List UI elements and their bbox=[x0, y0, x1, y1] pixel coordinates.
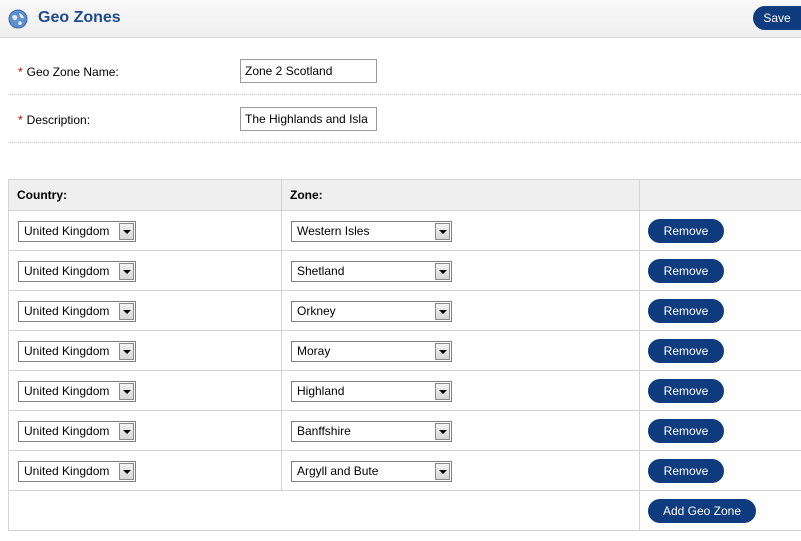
page-title: Geo Zones bbox=[38, 9, 121, 26]
zone-select[interactable]: Banffshire bbox=[291, 421, 452, 442]
country-select[interactable]: United Kingdom bbox=[18, 261, 136, 282]
zone-select[interactable]: Argyll and Bute bbox=[291, 461, 452, 482]
chevron-down-icon[interactable] bbox=[435, 343, 450, 360]
add-geo-zone-button[interactable]: Add Geo Zone bbox=[648, 499, 756, 523]
country-select[interactable]: United Kingdom bbox=[18, 461, 136, 482]
description-input[interactable]: The Highlands and Isla bbox=[240, 107, 377, 131]
chevron-down-icon[interactable] bbox=[119, 463, 134, 480]
country-select-value: United Kingdom bbox=[24, 224, 110, 238]
country-select-value: United Kingdom bbox=[24, 384, 110, 398]
chevron-down-icon[interactable] bbox=[435, 263, 450, 280]
country-select[interactable]: United Kingdom bbox=[18, 301, 136, 322]
remove-button[interactable]: Remove bbox=[648, 419, 724, 443]
remove-button[interactable]: Remove bbox=[648, 459, 724, 483]
chevron-down-icon[interactable] bbox=[435, 303, 450, 320]
column-header-actions bbox=[640, 180, 801, 210]
geo-zone-name-label-text: Geo Zone Name: bbox=[26, 65, 119, 79]
table-row: United Kingdom Highland Remove bbox=[9, 371, 801, 411]
remove-button[interactable]: Remove bbox=[648, 379, 724, 403]
zone-select-value: Banffshire bbox=[297, 424, 351, 438]
chevron-down-icon[interactable] bbox=[119, 423, 134, 440]
zone-select[interactable]: Western Isles bbox=[291, 221, 452, 242]
chevron-down-icon[interactable] bbox=[119, 343, 134, 360]
zone-select[interactable]: Highland bbox=[291, 381, 452, 402]
page-header: Geo Zones Save bbox=[0, 0, 801, 38]
country-select-value: United Kingdom bbox=[24, 304, 110, 318]
chevron-down-icon[interactable] bbox=[119, 263, 134, 280]
column-header-country: Country: bbox=[9, 180, 282, 210]
description-row: * Description: The Highlands and Isla bbox=[8, 95, 801, 143]
zone-select-value: Argyll and Bute bbox=[297, 464, 379, 478]
country-select-value: United Kingdom bbox=[24, 424, 110, 438]
table-row: United Kingdom Shetland Remove bbox=[9, 251, 801, 291]
zone-select-value: Highland bbox=[297, 384, 345, 398]
table-footer-row: Add Geo Zone bbox=[9, 491, 801, 531]
zone-select-value: Moray bbox=[297, 344, 331, 358]
required-marker: * bbox=[18, 113, 23, 127]
chevron-down-icon[interactable] bbox=[119, 303, 134, 320]
geo-zone-name-input[interactable]: Zone 2 Scotland bbox=[240, 59, 377, 83]
zone-select-value: Shetland bbox=[297, 264, 345, 278]
description-label: * Description: bbox=[18, 113, 90, 127]
remove-button[interactable]: Remove bbox=[648, 259, 724, 283]
table-row: United Kingdom Argyll and Bute Remove bbox=[9, 451, 801, 491]
zone-select-value: Western Isles bbox=[297, 224, 370, 238]
country-select[interactable]: United Kingdom bbox=[18, 421, 136, 442]
country-select-value: United Kingdom bbox=[24, 344, 110, 358]
chevron-down-icon[interactable] bbox=[435, 383, 450, 400]
remove-button[interactable]: Remove bbox=[648, 299, 724, 323]
zones-table: Country: Zone: United Kingdom Western Is… bbox=[8, 179, 801, 531]
country-select-value: United Kingdom bbox=[24, 464, 110, 478]
geo-zone-name-row: * Geo Zone Name: Zone 2 Scotland bbox=[8, 47, 801, 95]
zone-select[interactable]: Moray bbox=[291, 341, 452, 362]
table-row: United Kingdom Orkney Remove bbox=[9, 291, 801, 331]
save-button[interactable]: Save bbox=[753, 6, 801, 30]
zone-select[interactable]: Orkney bbox=[291, 301, 452, 322]
chevron-down-icon[interactable] bbox=[435, 223, 450, 240]
country-select[interactable]: United Kingdom bbox=[18, 341, 136, 362]
chevron-down-icon[interactable] bbox=[435, 463, 450, 480]
description-label-text: Description: bbox=[26, 113, 91, 127]
country-select[interactable]: United Kingdom bbox=[18, 221, 136, 242]
required-marker: * bbox=[18, 65, 23, 79]
zone-select[interactable]: Shetland bbox=[291, 261, 452, 282]
chevron-down-icon[interactable] bbox=[119, 383, 134, 400]
zone-select-value: Orkney bbox=[297, 304, 336, 318]
globe-icon bbox=[8, 9, 28, 29]
table-header: Country: Zone: bbox=[9, 180, 801, 211]
country-select[interactable]: United Kingdom bbox=[18, 381, 136, 402]
chevron-down-icon[interactable] bbox=[435, 423, 450, 440]
chevron-down-icon[interactable] bbox=[119, 223, 134, 240]
remove-button[interactable]: Remove bbox=[648, 339, 724, 363]
table-row: United Kingdom Western Isles Remove bbox=[9, 211, 801, 251]
table-row: United Kingdom Banffshire Remove bbox=[9, 411, 801, 451]
geo-zone-name-label: * Geo Zone Name: bbox=[18, 65, 119, 79]
remove-button[interactable]: Remove bbox=[648, 219, 724, 243]
column-header-zone: Zone: bbox=[282, 180, 640, 210]
table-row: United Kingdom Moray Remove bbox=[9, 331, 801, 371]
country-select-value: United Kingdom bbox=[24, 264, 110, 278]
